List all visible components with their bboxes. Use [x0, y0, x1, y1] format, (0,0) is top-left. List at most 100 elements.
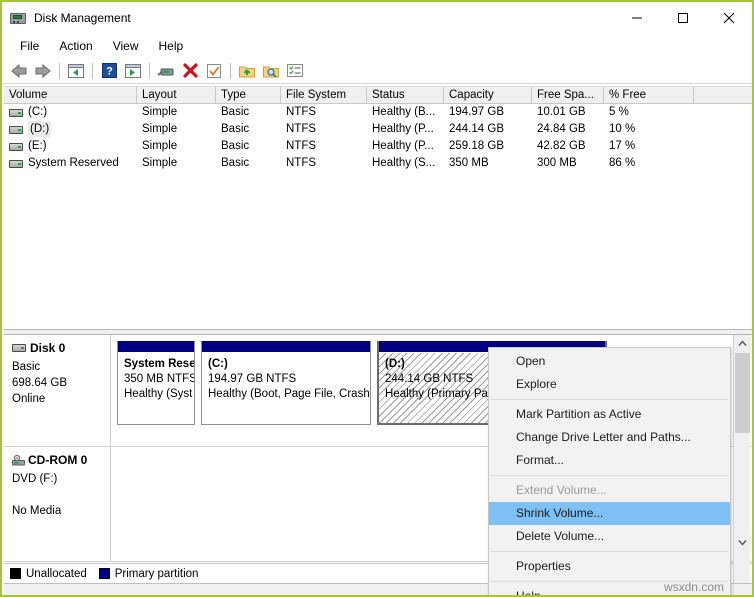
toolbar-separator	[149, 62, 150, 79]
close-button[interactable]	[706, 2, 752, 34]
table-row[interactable]: (C:) Simple Basic NTFS Healthy (B... 194…	[4, 104, 752, 121]
partition-health: Healthy (Syst	[124, 388, 193, 400]
cell-volume: (D:)	[4, 121, 137, 138]
cell-volume-label: (D:)	[28, 121, 52, 138]
context-menu-item-format[interactable]: Format...	[489, 449, 730, 472]
legend-item-unallocated: Unallocated	[10, 568, 87, 580]
volume-list-header: Volume Layout Type File System Status Ca…	[4, 86, 752, 104]
disk-icon	[12, 344, 26, 352]
cell-percent-free: 86 %	[609, 157, 636, 169]
svg-text:?: ?	[106, 66, 113, 78]
table-row[interactable]: (E:) Simple Basic NTFS Healthy (P... 259…	[4, 138, 752, 155]
disk-size-label: 698.64 GB	[12, 377, 67, 389]
cell-capacity: 194.97 GB	[449, 106, 504, 118]
context-menu-item-explore[interactable]: Explore	[489, 373, 730, 396]
column-header-capacity[interactable]: Capacity	[444, 87, 532, 103]
column-header-file-system[interactable]: File System	[281, 87, 367, 103]
cell-volume-label: (E:)	[28, 140, 47, 152]
scrollbar-up-arrow-icon[interactable]	[734, 335, 751, 352]
cell-file-system: NTFS	[286, 106, 317, 118]
context-menu-separator	[491, 475, 728, 476]
cell-volume: (E:)	[4, 138, 137, 155]
volume-icon	[9, 142, 23, 151]
column-header-status[interactable]: Status	[367, 87, 444, 103]
table-row[interactable]: System Reserved Simple Basic NTFS Health…	[4, 155, 752, 172]
search-folder-icon[interactable]	[259, 60, 283, 82]
toolbar-separator	[230, 62, 231, 79]
cell-layout: Simple	[142, 157, 178, 169]
cell-type: Basic	[221, 140, 250, 152]
partition-size-fs: 350 MB NTFS	[124, 373, 195, 385]
cell-volume: System Reserved	[4, 155, 137, 172]
toolbar: ?	[2, 58, 752, 84]
context-menu-item-mark-partition-as-active[interactable]: Mark Partition as Active	[489, 403, 730, 426]
scrollbar-thumb[interactable]	[735, 353, 750, 433]
partition-health: Healthy (Primary Pa	[385, 388, 488, 400]
delete-red-x-icon[interactable]	[178, 60, 202, 82]
context-menu-separator	[491, 551, 728, 552]
partition-text-c: (C:) 194.97 GB NTFS Healthy (Boot, Page …	[202, 352, 370, 402]
list-view-icon[interactable]	[283, 60, 307, 82]
disk-name-label: Disk 0	[30, 341, 66, 355]
cdrom-icon	[12, 454, 25, 466]
cell-free-space: 24.84 GB	[537, 123, 586, 135]
menu-help[interactable]: Help	[149, 36, 194, 56]
column-header-type[interactable]: Type	[216, 87, 281, 103]
forward-arrow-icon[interactable]	[31, 60, 55, 82]
volume-icon	[9, 159, 23, 168]
partition-system-reserved[interactable]: System Rese 350 MB NTFS Healthy (Syst	[117, 341, 195, 425]
partition-color-bar	[118, 341, 194, 352]
rescan-disks-icon[interactable]	[154, 60, 178, 82]
context-menu-item-delete-volume[interactable]: Delete Volume...	[489, 525, 730, 548]
cell-status: Healthy (B...	[372, 106, 436, 118]
cell-type: Basic	[221, 123, 250, 135]
help-question-icon[interactable]: ?	[97, 60, 121, 82]
cell-volume-label: (C:)	[28, 106, 48, 118]
menu-action[interactable]: Action	[49, 36, 102, 56]
column-header-volume[interactable]: Volume	[4, 87, 137, 103]
scrollbar-down-arrow-icon[interactable]	[734, 534, 751, 551]
partition-c[interactable]: (C:) 194.97 GB NTFS Healthy (Boot, Page …	[201, 341, 371, 425]
show-action-pane-icon[interactable]	[121, 60, 145, 82]
context-menu-item-properties[interactable]: Properties	[489, 555, 730, 578]
disk-info-cdrom0[interactable]: CD-ROM 0 DVD (F:) No Media	[4, 447, 111, 561]
partition-name: System Rese	[124, 358, 195, 370]
menu-bar: File Action View Help	[2, 34, 752, 58]
menu-file[interactable]: File	[10, 36, 49, 56]
legend-item-primary-partition: Primary partition	[98, 567, 199, 580]
disk-state-label: Online	[12, 393, 46, 405]
show-hide-console-tree-icon[interactable]	[64, 60, 88, 82]
export-folder-up-icon[interactable]	[235, 60, 259, 82]
column-header-percent-free[interactable]: % Free	[604, 87, 694, 103]
title-bar: Disk Management	[2, 2, 752, 34]
disk-info-disk0[interactable]: Disk 0 Basic 698.64 GB Online	[4, 335, 111, 446]
partition-name: (D:)	[385, 358, 405, 370]
maximize-button[interactable]	[660, 2, 706, 34]
menu-view[interactable]: View	[103, 36, 149, 56]
cdrom-name-label: CD-ROM 0	[28, 453, 88, 467]
partition-name: (C:)	[208, 358, 228, 370]
partition-size-fs: 244.14 GB NTFS	[385, 373, 474, 385]
legend-label-primary: Primary partition	[114, 567, 199, 580]
properties-check-icon[interactable]	[202, 60, 226, 82]
context-menu-item-shrink-volume[interactable]: Shrink Volume...	[489, 502, 730, 525]
back-arrow-icon[interactable]	[7, 60, 31, 82]
column-header-layout[interactable]: Layout	[137, 87, 216, 103]
cell-layout: Simple	[142, 106, 178, 118]
context-menu-item-change-drive-letter-and-paths[interactable]: Change Drive Letter and Paths...	[489, 426, 730, 449]
context-menu: Open Explore Mark Partition as Active Ch…	[488, 347, 731, 595]
cell-capacity: 244.14 GB	[449, 123, 504, 135]
column-header-free-space[interactable]: Free Spa...	[532, 87, 604, 103]
cell-file-system: NTFS	[286, 140, 317, 152]
legend-swatch-unallocated	[10, 568, 21, 579]
legend-label-unallocated: Unallocated	[26, 567, 87, 580]
cell-volume-label: System Reserved	[28, 157, 119, 169]
context-menu-item-open[interactable]: Open	[489, 350, 730, 373]
disk-view-scrollbar[interactable]	[733, 335, 751, 583]
table-row[interactable]: (D:) Simple Basic NTFS Healthy (P... 244…	[4, 121, 752, 138]
disk-title-cdrom0: CD-ROM 0	[12, 453, 110, 467]
cell-free-space: 300 MB	[537, 157, 577, 169]
minimize-button[interactable]	[614, 2, 660, 34]
toolbar-separator	[59, 62, 60, 79]
cell-layout: Simple	[142, 140, 178, 152]
